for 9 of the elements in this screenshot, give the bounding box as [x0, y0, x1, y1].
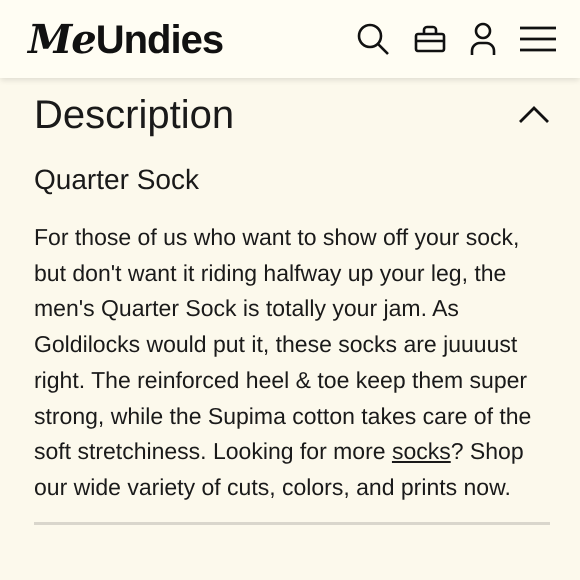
- section-title: Description: [34, 92, 234, 138]
- description-text: For those of us who want to show off your sock, but don't want it riding halfway up your leg, the men's Quarter Sock is totally your jam. As Goldilocks would put it, these socks are juuuust right. The reinforced heel & toe keep them super strong, while the Supima cotton takes care of the soft stretchiness. Looking for more socks? Shop our wide variety of cuts, colors, and prints now.: [34, 223, 532, 502]
- product-name: Quarter Sock: [34, 164, 200, 197]
- menu-icon[interactable]: [520, 26, 556, 52]
- bag-icon[interactable]: [414, 25, 446, 53]
- socks-link[interactable]: socks: [392, 438, 451, 464]
- chevron-icon[interactable]: [518, 106, 550, 124]
- user-icon[interactable]: [470, 22, 496, 56]
- search-icon[interactable]: [356, 22, 390, 56]
